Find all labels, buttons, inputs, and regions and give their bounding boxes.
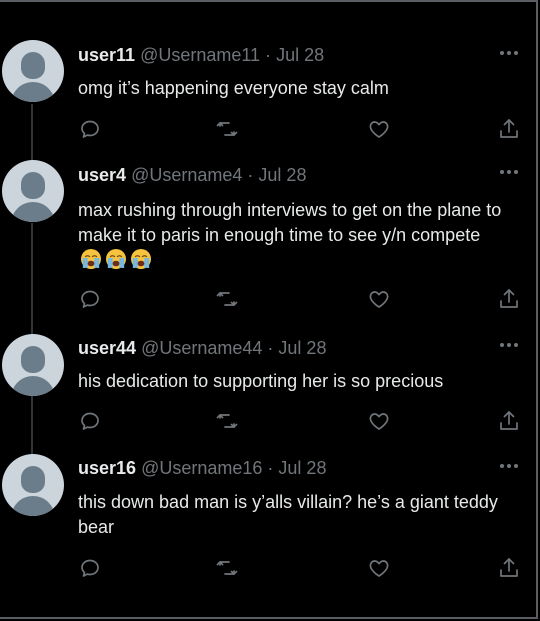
share-icon[interactable] xyxy=(497,287,521,311)
user-handle[interactable]: @Username16 xyxy=(141,458,262,478)
user-handle[interactable]: @Username44 xyxy=(141,338,262,358)
tweet-actions xyxy=(78,117,523,141)
reply-icon[interactable] xyxy=(78,117,102,141)
more-icon[interactable] xyxy=(497,48,521,58)
like-icon[interactable] xyxy=(367,556,391,580)
like-icon[interactable] xyxy=(367,409,391,433)
share-icon[interactable] xyxy=(497,409,521,433)
tweet-header: user4 @Username4 · Jul 28 xyxy=(78,165,306,186)
tweet-date[interactable]: Jul 28 xyxy=(278,458,326,478)
avatar-head-shape xyxy=(21,52,45,79)
reply-icon[interactable] xyxy=(78,556,102,580)
tweet-text-content: his dedication to supporting her is so p… xyxy=(78,371,444,391)
avatar-shoulders-shape xyxy=(11,202,55,222)
avatar[interactable] xyxy=(2,454,64,516)
tweet-text-content: omg it’s happening everyone stay calm xyxy=(78,78,389,98)
thread-line xyxy=(31,223,33,334)
tweet-date[interactable]: Jul 28 xyxy=(258,165,306,185)
tweet-header: user44 @Username44 · Jul 28 xyxy=(78,338,326,359)
display-name[interactable]: user44 xyxy=(78,338,136,358)
retweet-icon[interactable] xyxy=(215,287,239,311)
loudly-crying-face-icon xyxy=(129,248,153,270)
avatar-head-shape xyxy=(21,466,45,493)
avatar[interactable] xyxy=(2,160,64,222)
user-handle[interactable]: @Username4 xyxy=(131,165,242,185)
loudly-crying-face-icon xyxy=(104,248,128,270)
display-name[interactable]: user16 xyxy=(78,458,136,478)
tweet-text: max rushing through interviews to get on… xyxy=(78,198,523,274)
user-handle[interactable]: @Username11 xyxy=(140,45,260,65)
more-icon[interactable] xyxy=(497,461,521,471)
tweet-actions xyxy=(78,409,523,433)
emoji-group xyxy=(78,248,153,270)
tweet-text: omg it’s happening everyone stay calm xyxy=(78,76,523,101)
avatar-head-shape xyxy=(21,346,45,373)
thread-line xyxy=(31,396,33,454)
separator-dot: · xyxy=(247,165,254,185)
avatar-shoulders-shape xyxy=(11,376,55,396)
separator-dot: · xyxy=(267,458,274,478)
separator-dot: · xyxy=(265,45,272,65)
avatar-shoulders-shape xyxy=(11,496,55,516)
more-icon[interactable] xyxy=(497,167,521,177)
thread-line xyxy=(31,104,33,162)
avatar[interactable] xyxy=(2,334,64,396)
like-icon[interactable] xyxy=(367,287,391,311)
avatar-shoulders-shape xyxy=(11,82,55,102)
retweet-icon[interactable] xyxy=(215,409,239,433)
tweet-date[interactable]: Jul 28 xyxy=(278,338,326,358)
display-name[interactable]: user4 xyxy=(78,165,126,185)
share-icon[interactable] xyxy=(497,117,521,141)
tweet-header: user11 @Username11 · Jul 28 xyxy=(78,45,324,66)
tweet-actions xyxy=(78,556,523,580)
tweet-text: this down bad man is y’alls villain? he’… xyxy=(78,490,498,540)
avatar-head-shape xyxy=(21,172,45,199)
tweet-text: his dedication to supporting her is so p… xyxy=(78,369,523,394)
retweet-icon[interactable] xyxy=(215,117,239,141)
loudly-crying-face-icon xyxy=(79,248,103,270)
tweet-text-content: this down bad man is y’alls villain? he’… xyxy=(78,492,498,537)
more-icon[interactable] xyxy=(497,340,521,350)
reply-icon[interactable] xyxy=(78,287,102,311)
reply-icon[interactable] xyxy=(78,409,102,433)
separator-dot: · xyxy=(267,338,274,358)
tweet-header: user16 @Username16 · Jul 28 xyxy=(78,458,326,479)
tweet-date[interactable]: Jul 28 xyxy=(276,45,324,65)
retweet-icon[interactable] xyxy=(215,556,239,580)
tweet-actions xyxy=(78,287,523,311)
avatar[interactable] xyxy=(2,40,64,102)
display-name[interactable]: user11 xyxy=(78,45,135,65)
tweet-text-content: max rushing through interviews to get on… xyxy=(78,200,502,245)
like-icon[interactable] xyxy=(367,117,391,141)
share-icon[interactable] xyxy=(497,556,521,580)
